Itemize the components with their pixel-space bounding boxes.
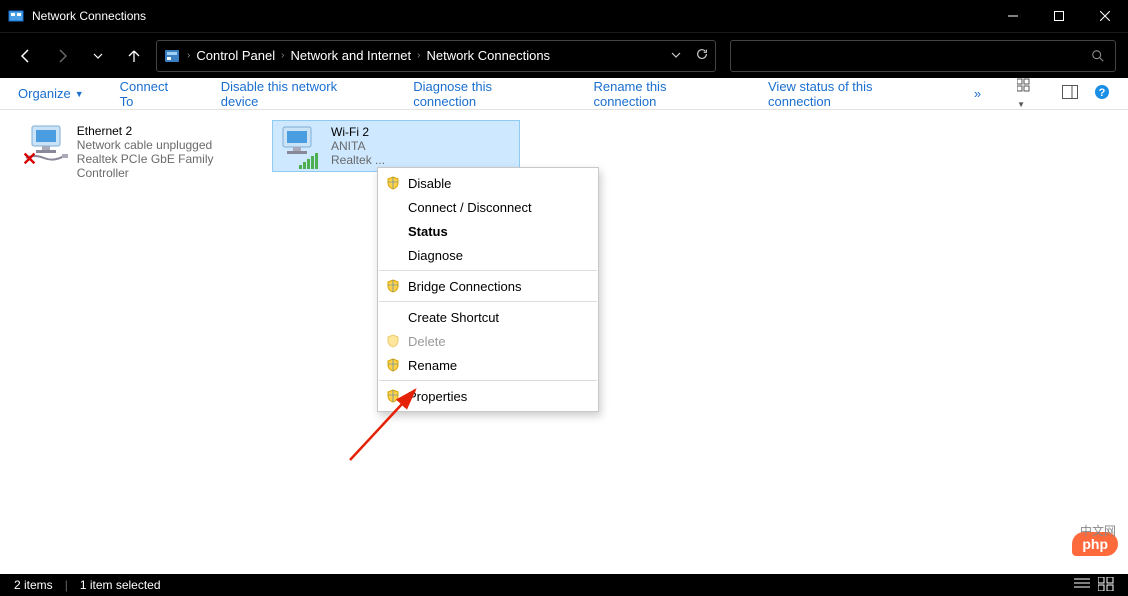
window-title: Network Connections [32,9,146,23]
menu-diagnose[interactable]: Diagnose [378,243,598,267]
window-controls [990,0,1128,32]
context-menu: Disable Connect / Disconnect Status Diag… [377,167,599,412]
wifi-icon [277,125,325,169]
control-panel-icon [163,47,181,65]
menu-status[interactable]: Status [378,219,598,243]
content-area: ✕ Ethernet 2 Network cable unplugged Rea… [0,110,1128,574]
menu-create-shortcut[interactable]: Create Shortcut [378,305,598,329]
view-status-button[interactable]: View status of this connection [768,79,938,109]
menu-disable[interactable]: Disable [378,171,598,195]
status-divider: | [65,578,68,592]
tiles-view-button[interactable] [1098,577,1114,594]
breadcrumb-network-internet[interactable]: Network and Internet [290,48,411,63]
close-button[interactable] [1082,0,1128,32]
ethernet-icon: ✕ [24,124,71,168]
disable-device-button[interactable]: Disable this network device [221,79,377,109]
statusbar: 2 items | 1 item selected [0,574,1128,596]
recent-dropdown[interactable] [84,42,112,70]
maximize-button[interactable] [1036,0,1082,32]
address-bar[interactable]: › Control Panel › Network and Internet ›… [156,40,716,72]
status-item-count: 2 items [14,578,53,592]
menu-connect-disconnect[interactable]: Connect / Disconnect [378,195,598,219]
shield-icon [386,358,400,372]
shield-icon [386,176,400,190]
menu-separator [379,301,597,302]
search-box[interactable] [730,40,1116,72]
adapter-wifi[interactable]: Wi-Fi 2 ANITA Realtek ... Disable Connec… [272,120,520,172]
forward-button[interactable] [48,42,76,70]
app-icon [8,8,24,24]
search-icon [1091,49,1105,63]
minimize-button[interactable] [990,0,1036,32]
diagnose-connection-button[interactable]: Diagnose this connection [413,79,557,109]
adapter-device: Realtek ... [331,153,385,167]
connect-to-button[interactable]: Connect To [120,79,185,109]
menu-separator [379,380,597,381]
organize-button[interactable]: Organize ▼ [18,86,84,101]
watermark-badge: 中文网 php [1072,532,1118,556]
preview-pane-button[interactable] [1062,85,1078,102]
chevron-right-icon[interactable]: › [187,50,190,61]
signal-strength-icon [299,153,318,169]
chevron-down-icon: ▼ [75,89,84,99]
chevron-right-icon[interactable]: › [281,50,284,61]
adapter-status: ANITA [331,139,385,153]
address-dropdown-icon[interactable] [671,48,681,63]
svg-text:?: ? [1099,87,1106,99]
breadcrumb-network-connections[interactable]: Network Connections [427,48,551,63]
overflow-button[interactable]: » [974,86,981,101]
adapter-name: Ethernet 2 [77,124,264,138]
view-options-button[interactable]: ▼ [1017,78,1046,110]
refresh-button[interactable] [695,47,709,64]
adapter-device: Realtek PCIe GbE Family Controller [77,152,264,180]
status-selected-count: 1 item selected [80,578,161,592]
shield-icon [386,334,400,348]
titlebar: Network Connections [0,0,1128,32]
help-button[interactable]: ? [1094,84,1110,103]
shield-icon [386,389,400,403]
menu-delete: Delete [378,329,598,353]
details-view-button[interactable] [1074,577,1090,594]
command-bar: Organize ▼ Connect To Disable this netwo… [0,78,1128,110]
menu-properties[interactable]: Properties [378,384,598,408]
shield-icon [386,279,400,293]
adapter-status: Network cable unplugged [77,138,264,152]
disconnected-x-icon: ✕ [22,149,37,170]
back-button[interactable] [12,42,40,70]
rename-connection-button[interactable]: Rename this connection [593,79,732,109]
up-button[interactable] [120,42,148,70]
adapter-ethernet[interactable]: ✕ Ethernet 2 Network cable unplugged Rea… [20,120,268,172]
navbar: › Control Panel › Network and Internet ›… [0,32,1128,78]
menu-bridge-connections[interactable]: Bridge Connections [378,274,598,298]
menu-rename[interactable]: Rename [378,353,598,377]
chevron-right-icon[interactable]: › [417,50,420,61]
menu-separator [379,270,597,271]
adapter-name: Wi-Fi 2 [331,125,385,139]
breadcrumb-control-panel[interactable]: Control Panel [196,48,275,63]
